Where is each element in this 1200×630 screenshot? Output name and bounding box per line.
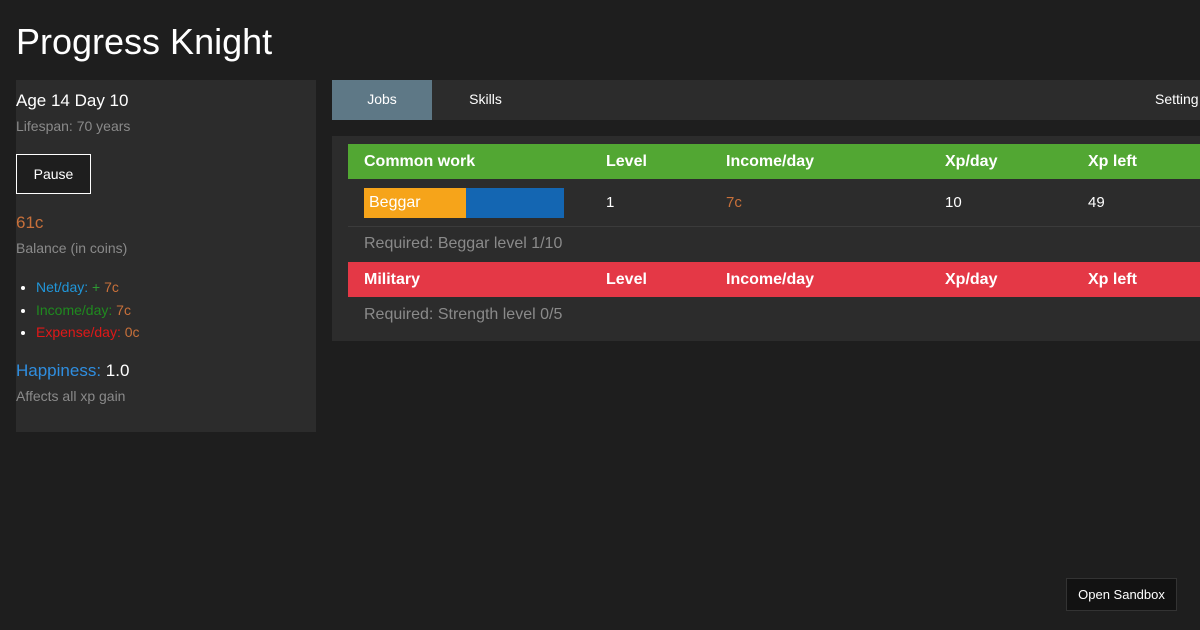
job-level: 1 [606, 194, 615, 211]
age-display: Age 14 Day 10 [16, 91, 129, 110]
balance-label: Balance (in coins) [16, 240, 128, 256]
column-header-xp-left: Xp left [1088, 153, 1137, 170]
job-row-beggar: Beggar 1 7c 10 49 [348, 179, 1200, 227]
tab-skills[interactable]: Skills [432, 80, 539, 120]
column-header-xp-day: Xp/day [945, 153, 998, 170]
net-per-day-label: Net/day: [36, 279, 89, 295]
expense-per-day-item: Expense/day: 0c [36, 321, 140, 344]
tab-jobs[interactable]: Jobs [332, 80, 432, 120]
happiness-label: Happiness: [16, 361, 102, 380]
column-header-income: Income/day [726, 271, 815, 288]
open-sandbox-button[interactable]: Open Sandbox [1066, 578, 1177, 611]
pause-button[interactable]: Pause [16, 154, 91, 194]
column-header-level: Level [606, 271, 647, 288]
job-name: Beggar [369, 194, 421, 211]
category-header-military: Military Level Income/day Xp/day Xp left [348, 262, 1200, 297]
happiness-value: 1.0 [105, 361, 130, 380]
required-text-military: Required: Strength level 0/5 [364, 306, 563, 323]
job-xp-left: 49 [1088, 194, 1105, 211]
category-name: Military [364, 271, 421, 288]
income-per-day-label: Income/day: [36, 301, 113, 318]
expense-per-day-label: Expense/day: [36, 324, 121, 340]
net-per-day-sign: + [92, 279, 101, 295]
column-header-level: Level [606, 153, 647, 170]
tab-settings[interactable]: Setting [1155, 80, 1200, 120]
category-header-common-work: Common work Level Income/day Xp/day Xp l… [348, 144, 1200, 179]
page: Progress Knight Age 14 Day 10 Lifespan: … [0, 0, 1200, 630]
happiness-note: Affects all xp gain [16, 388, 126, 404]
money-summary-list: Net/day: + 7c Income/day: 7c Expense/day… [16, 276, 140, 344]
job-xp-per-day: 10 [945, 194, 962, 211]
jobs-panel: Common work Level Income/day Xp/day Xp l… [332, 136, 1200, 341]
column-header-xp-left: Xp left [1088, 271, 1137, 288]
net-per-day-value: 7c [104, 279, 119, 295]
income-per-day-value: 7c [116, 301, 131, 318]
job-progress-bar-beggar[interactable]: Beggar [364, 188, 564, 218]
expense-per-day-value: 0c [124, 324, 140, 340]
category-name: Common work [364, 153, 476, 170]
required-text-common-work: Required: Beggar level 1/10 [364, 235, 563, 252]
job-income: 7c [726, 194, 742, 211]
column-header-income: Income/day [726, 153, 815, 170]
app-title: Progress Knight [16, 21, 273, 62]
tab-bar: Jobs Skills Setting [332, 80, 1200, 120]
net-per-day-item: Net/day: + 7c [36, 276, 140, 299]
balance-value: 61c [16, 213, 44, 232]
column-header-xp-day: Xp/day [945, 271, 998, 288]
happiness-display: Happiness: 1.0 [16, 360, 129, 382]
lifespan-display: Lifespan: 70 years [16, 118, 131, 134]
income-per-day-item: Income/day: 7c [36, 299, 140, 322]
